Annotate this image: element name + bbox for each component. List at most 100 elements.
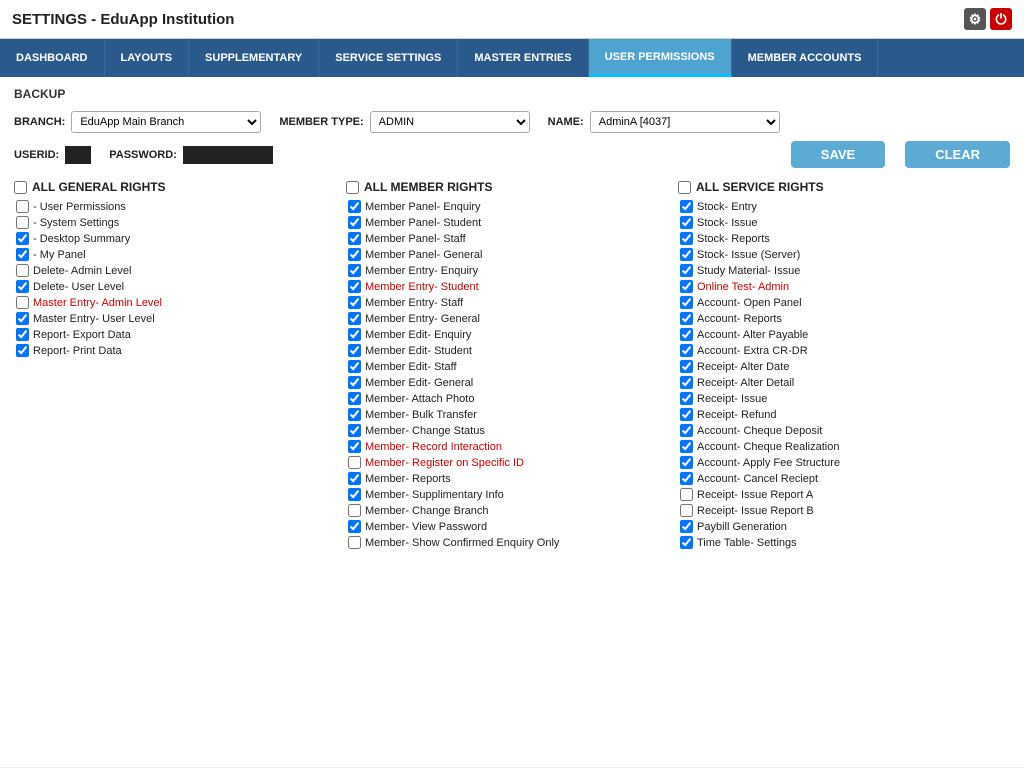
member-rights-checkbox-13[interactable] <box>348 408 361 421</box>
save-button[interactable]: SAVE <box>791 141 885 168</box>
general-rights-checkbox-4[interactable] <box>16 264 29 277</box>
nav-layouts[interactable]: LAYOUTS <box>105 39 190 77</box>
service-rights-checkbox-21[interactable] <box>680 536 693 549</box>
member-rights-item: Member- Supplimentary Info <box>346 488 668 501</box>
name-select[interactable]: AdminA [4037] <box>590 111 780 133</box>
general-rights-col: ALL GENERAL RIGHTS - User Permissions- S… <box>14 180 346 552</box>
general-rights-checkbox-1[interactable] <box>16 216 29 229</box>
service-rights-checkbox-9[interactable] <box>680 344 693 357</box>
service-rights-label-19: Receipt- Issue Report B <box>697 505 814 517</box>
service-rights-label-9: Account- Extra CR-DR <box>697 345 808 357</box>
general-rights-item: Master Entry- User Level <box>14 312 336 325</box>
member-rights-checkbox-3[interactable] <box>348 248 361 261</box>
gear-icon[interactable]: ⚙ <box>964 8 986 30</box>
all-general-rights-checkbox[interactable] <box>14 181 27 194</box>
service-rights-label-20: Paybill Generation <box>697 521 787 533</box>
member-rights-checkbox-4[interactable] <box>348 264 361 277</box>
general-rights-checkbox-2[interactable] <box>16 232 29 245</box>
member-rights-label-19: Member- Change Branch <box>365 505 489 517</box>
main-content: BACKUP BRANCH: EduApp Main Branch MEMBER… <box>0 77 1024 767</box>
power-icon[interactable]: ⏻ <box>990 8 1012 30</box>
member-rights-item: Member- Register on Specific ID <box>346 456 668 469</box>
nav-member-accounts[interactable]: MEMBER ACCOUNTS <box>732 39 879 77</box>
general-rights-checkbox-3[interactable] <box>16 248 29 261</box>
nav-supplementary[interactable]: SUPPLEMENTARY <box>189 39 319 77</box>
general-rights-checkbox-9[interactable] <box>16 344 29 357</box>
nav-dashboard[interactable]: DASHBOARD <box>0 39 105 77</box>
service-rights-checkbox-8[interactable] <box>680 328 693 341</box>
member-rights-checkbox-15[interactable] <box>348 440 361 453</box>
member-rights-list: Member Panel- EnquiryMember Panel- Stude… <box>346 200 668 549</box>
service-rights-checkbox-18[interactable] <box>680 488 693 501</box>
service-rights-checkbox-1[interactable] <box>680 216 693 229</box>
member-rights-checkbox-5[interactable] <box>348 280 361 293</box>
member-rights-checkbox-1[interactable] <box>348 216 361 229</box>
nav-service-settings[interactable]: SERVICE SETTINGS <box>319 39 458 77</box>
general-rights-label-7: Master Entry- User Level <box>33 313 155 325</box>
service-rights-checkbox-10[interactable] <box>680 360 693 373</box>
member-rights-checkbox-9[interactable] <box>348 344 361 357</box>
member-rights-checkbox-7[interactable] <box>348 312 361 325</box>
member-rights-checkbox-18[interactable] <box>348 488 361 501</box>
member-rights-item: Member Entry- Student <box>346 280 668 293</box>
all-member-rights-checkbox[interactable] <box>346 181 359 194</box>
general-rights-checkbox-0[interactable] <box>16 200 29 213</box>
service-rights-checkbox-16[interactable] <box>680 456 693 469</box>
nav-user-permissions[interactable]: USER PERMISSIONS <box>589 39 732 77</box>
service-rights-checkbox-13[interactable] <box>680 408 693 421</box>
member-rights-checkbox-2[interactable] <box>348 232 361 245</box>
member-rights-checkbox-11[interactable] <box>348 376 361 389</box>
member-rights-item: Member Panel- General <box>346 248 668 261</box>
service-rights-checkbox-12[interactable] <box>680 392 693 405</box>
member-rights-checkbox-8[interactable] <box>348 328 361 341</box>
service-rights-item: Receipt- Alter Date <box>678 360 1000 373</box>
service-rights-checkbox-14[interactable] <box>680 424 693 437</box>
service-rights-checkbox-5[interactable] <box>680 280 693 293</box>
service-rights-label-14: Account- Cheque Deposit <box>697 425 822 437</box>
userid-field: USERID: <box>14 146 91 164</box>
member-rights-checkbox-16[interactable] <box>348 456 361 469</box>
member-rights-checkbox-6[interactable] <box>348 296 361 309</box>
service-rights-checkbox-6[interactable] <box>680 296 693 309</box>
service-rights-checkbox-19[interactable] <box>680 504 693 517</box>
service-rights-checkbox-20[interactable] <box>680 520 693 533</box>
service-rights-label-4: Study Material- Issue <box>697 265 800 277</box>
branch-field: BRANCH: EduApp Main Branch <box>14 111 261 133</box>
service-rights-checkbox-15[interactable] <box>680 440 693 453</box>
service-rights-checkbox-17[interactable] <box>680 472 693 485</box>
service-rights-checkbox-0[interactable] <box>680 200 693 213</box>
userid-label: USERID: <box>14 149 59 161</box>
nav-master-entries[interactable]: MASTER ENTRIES <box>458 39 588 77</box>
member-type-select[interactable]: ADMIN <box>370 111 530 133</box>
general-rights-label-2: - Desktop Summary <box>33 233 130 245</box>
general-rights-checkbox-7[interactable] <box>16 312 29 325</box>
member-rights-checkbox-21[interactable] <box>348 536 361 549</box>
service-rights-checkbox-3[interactable] <box>680 248 693 261</box>
member-rights-checkbox-19[interactable] <box>348 504 361 517</box>
all-service-rights-checkbox[interactable] <box>678 181 691 194</box>
member-rights-checkbox-20[interactable] <box>348 520 361 533</box>
general-rights-checkbox-5[interactable] <box>16 280 29 293</box>
name-label: NAME: <box>548 116 584 128</box>
service-rights-item: Account- Cheque Realization <box>678 440 1000 453</box>
member-rights-checkbox-10[interactable] <box>348 360 361 373</box>
member-rights-label-10: Member Edit- Staff <box>365 361 457 373</box>
general-rights-label-1: - System Settings <box>33 217 119 229</box>
general-rights-checkbox-8[interactable] <box>16 328 29 341</box>
service-rights-checkbox-11[interactable] <box>680 376 693 389</box>
member-rights-checkbox-17[interactable] <box>348 472 361 485</box>
member-rights-checkbox-12[interactable] <box>348 392 361 405</box>
title-bar: SETTINGS - EduApp Institution ⚙ ⏻ <box>0 0 1024 39</box>
member-rights-checkbox-0[interactable] <box>348 200 361 213</box>
member-rights-item: Member- Show Confirmed Enquiry Only <box>346 536 668 549</box>
service-rights-label-2: Stock- Reports <box>697 233 770 245</box>
service-rights-checkbox-7[interactable] <box>680 312 693 325</box>
general-rights-checkbox-6[interactable] <box>16 296 29 309</box>
clear-button[interactable]: CLEAR <box>905 141 1010 168</box>
member-rights-checkbox-14[interactable] <box>348 424 361 437</box>
service-rights-label-13: Receipt- Refund <box>697 409 777 421</box>
branch-select[interactable]: EduApp Main Branch <box>71 111 261 133</box>
service-rights-checkbox-4[interactable] <box>680 264 693 277</box>
service-rights-checkbox-2[interactable] <box>680 232 693 245</box>
general-rights-item: - System Settings <box>14 216 336 229</box>
